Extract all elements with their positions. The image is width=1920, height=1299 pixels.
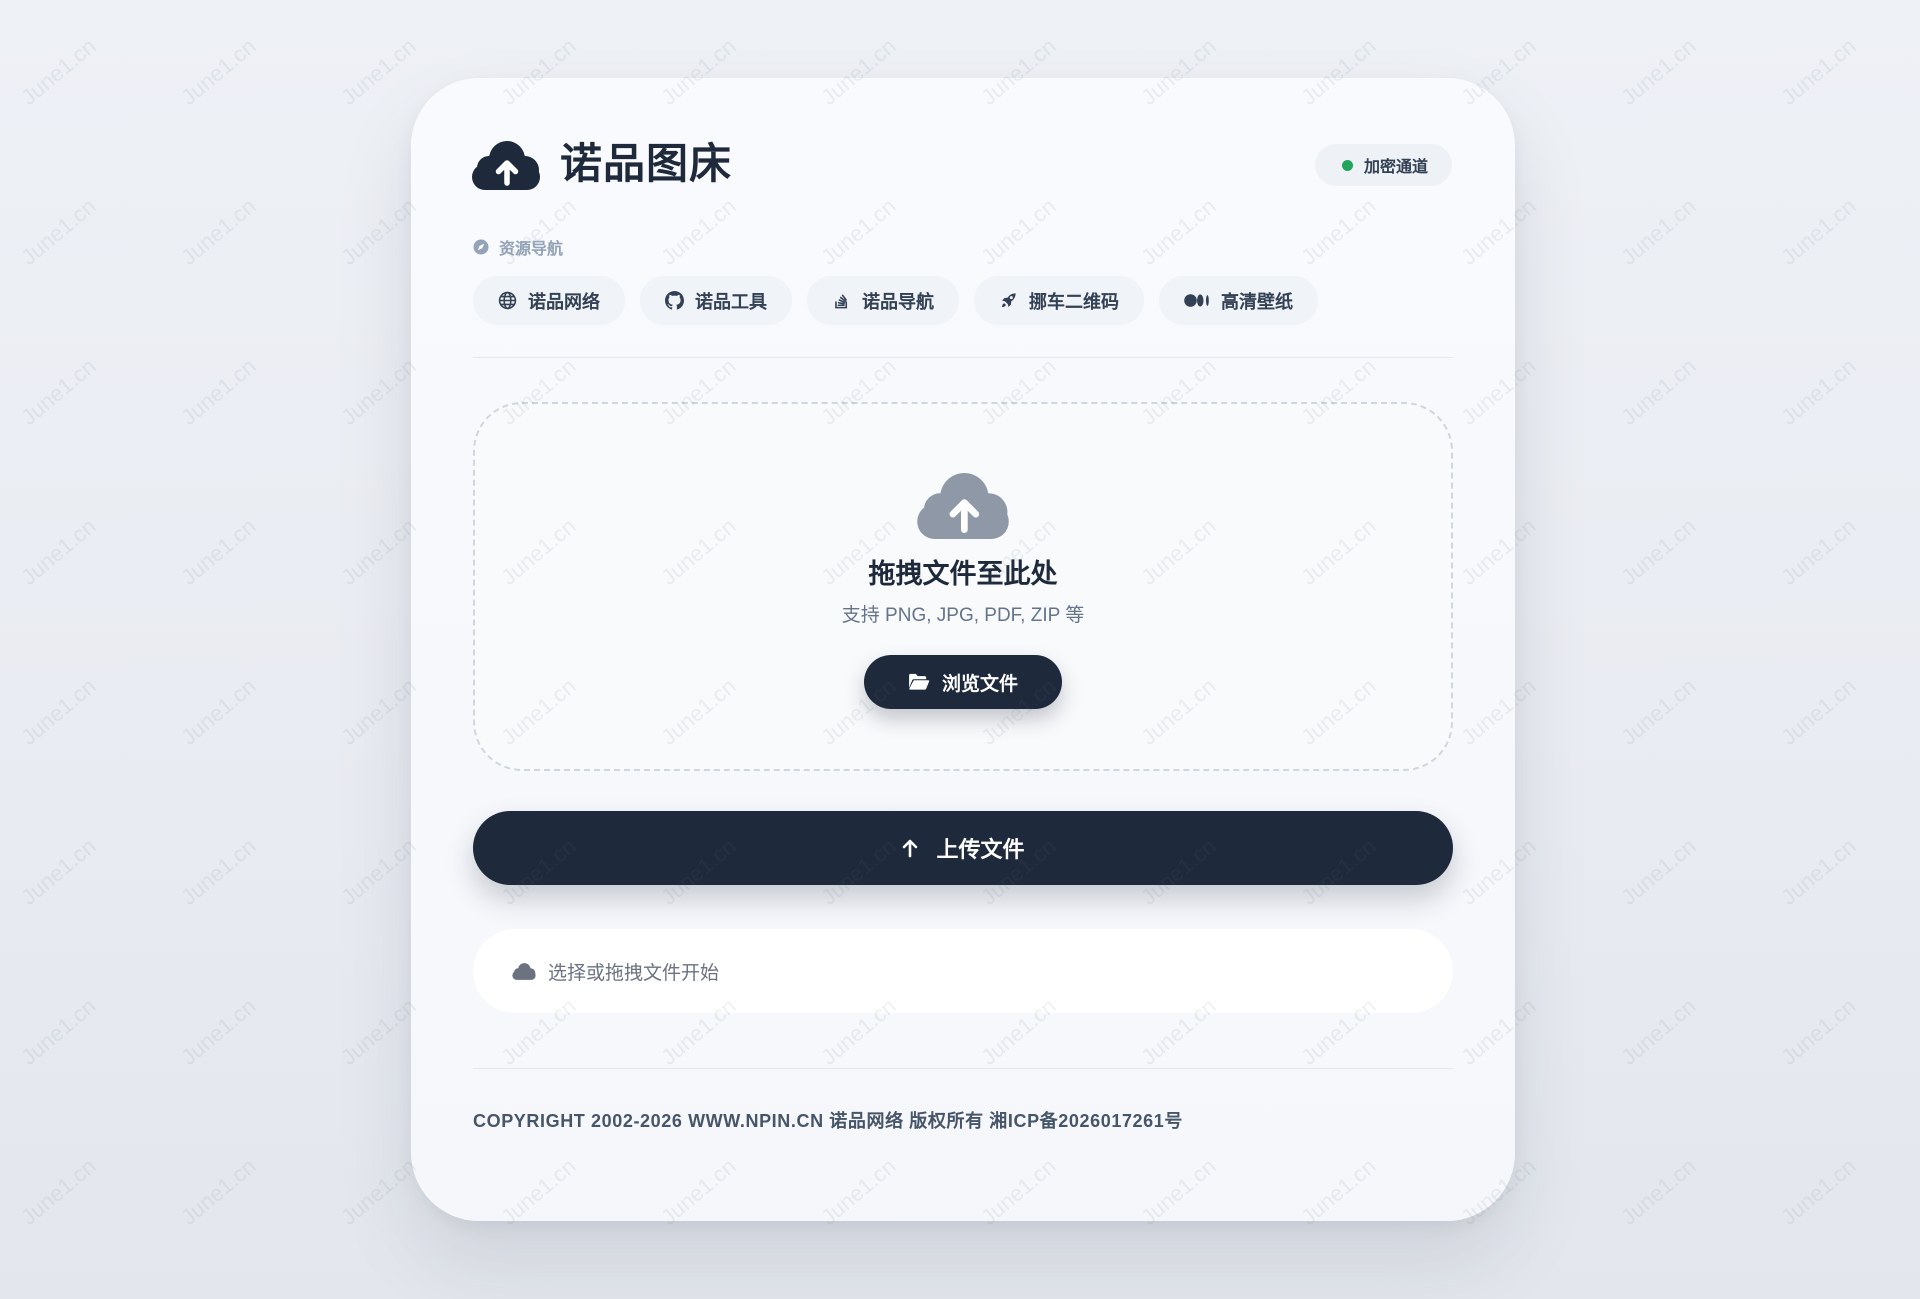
watermark-text: June1.cn xyxy=(16,513,101,590)
copyright-text: COPYRIGHT 2002-2026 WWW.NPIN.CN 诺品网络 版权所… xyxy=(473,1111,1183,1131)
rocket-icon xyxy=(1002,293,1016,308)
watermark-text: June1.cn xyxy=(1616,193,1701,270)
watermark-text: June1.cn xyxy=(176,673,261,750)
watermark-text: June1.cn xyxy=(16,193,101,270)
nav-item-hd-wallpaper[interactable]: 高清壁纸 xyxy=(1159,276,1318,325)
resource-nav: 诺品网络 诺品工具 诺品导航 挪车二维码 高清壁纸 xyxy=(473,276,1318,325)
watermark-text: June1.cn xyxy=(1616,833,1701,910)
cloud-upload-icon xyxy=(472,141,540,190)
watermark-text: June1.cn xyxy=(16,33,101,110)
page-title: 诺品图床 xyxy=(560,140,733,187)
watermark-text: June1.cn xyxy=(176,833,261,910)
watermark-text: June1.cn xyxy=(1776,33,1861,110)
watermark-text: June1.cn xyxy=(336,833,421,910)
watermark-text: June1.cn xyxy=(1616,673,1701,750)
watermark-text: June1.cn xyxy=(16,673,101,750)
arrow-up-icon xyxy=(903,839,918,858)
watermark-text: June1.cn xyxy=(176,33,261,110)
watermark-text: June1.cn xyxy=(176,353,261,430)
github-icon xyxy=(665,291,684,310)
nav-item-label: 诺品导航 xyxy=(862,291,934,312)
watermark-text: June1.cn xyxy=(176,513,261,590)
watermark-text: June1.cn xyxy=(16,993,101,1070)
watermark-text: June1.cn xyxy=(336,1153,421,1230)
dropzone-subtitle: 支持 PNG, JPG, PDF, ZIP 等 xyxy=(841,605,1085,626)
upload-card: 诺品图床 加密通道 资源导航 诺品网络 诺品工具 诺品导航 挪车二维码 高清壁纸… xyxy=(411,78,1515,1221)
watermark-text: June1.cn xyxy=(1776,513,1861,590)
browse-files-button[interactable]: 浏览文件 xyxy=(864,655,1062,709)
folder-open-icon xyxy=(909,673,930,690)
watermark-text: June1.cn xyxy=(336,33,421,110)
file-dropzone[interactable]: 拖拽文件至此处 支持 PNG, JPG, PDF, ZIP 等 浏览文件 xyxy=(473,402,1453,771)
brand: 诺品图床 xyxy=(471,138,732,190)
nav-item-npin-tools[interactable]: 诺品工具 xyxy=(640,276,792,325)
watermark-text: June1.cn xyxy=(16,1153,101,1230)
nav-item-parking-qrcode[interactable]: 挪车二维码 xyxy=(974,276,1144,325)
nav-item-label: 高清壁纸 xyxy=(1221,291,1293,312)
nav-item-npin-network[interactable]: 诺品网络 xyxy=(473,276,625,325)
nav-item-npin-navigation[interactable]: 诺品导航 xyxy=(807,276,959,325)
upload-button-label: 上传文件 xyxy=(936,837,1025,862)
browse-files-label: 浏览文件 xyxy=(941,673,1018,695)
upload-button[interactable]: 上传文件 xyxy=(473,811,1453,885)
watermark-text: June1.cn xyxy=(1776,193,1861,270)
nav-section-label: 资源导航 xyxy=(473,237,564,258)
nav-item-label: 诺品工具 xyxy=(695,291,767,312)
watermark-text: June1.cn xyxy=(1776,353,1861,430)
divider xyxy=(473,1068,1453,1069)
nav-item-label: 诺品网络 xyxy=(528,291,600,312)
divider xyxy=(473,357,1453,358)
watermark-text: June1.cn xyxy=(1616,513,1701,590)
watermark-text: June1.cn xyxy=(176,1153,261,1230)
compass-icon xyxy=(473,239,489,255)
watermark-text: June1.cn xyxy=(1776,1153,1861,1230)
dropzone-title: 拖拽文件至此处 xyxy=(868,559,1058,589)
watermark-text: June1.cn xyxy=(336,193,421,270)
stack-icon xyxy=(835,294,848,309)
watermark-text: June1.cn xyxy=(336,353,421,430)
nav-label-text: 资源导航 xyxy=(499,241,564,258)
watermark-text: June1.cn xyxy=(16,353,101,430)
watermark-text: June1.cn xyxy=(176,993,261,1070)
watermark-text: June1.cn xyxy=(16,833,101,910)
watermark-text: June1.cn xyxy=(1616,353,1701,430)
watermark-text: June1.cn xyxy=(336,673,421,750)
cloud-upload-icon xyxy=(917,473,1009,539)
watermark-text: June1.cn xyxy=(1776,993,1861,1070)
watermark-text: June1.cn xyxy=(176,193,261,270)
badge-label: 加密通道 xyxy=(1363,159,1428,176)
watermark-text: June1.cn xyxy=(336,513,421,590)
globe-icon xyxy=(498,291,517,310)
status-dot xyxy=(1341,159,1353,171)
watermark-text: June1.cn xyxy=(1616,33,1701,110)
encryption-badge: 加密通道 xyxy=(1314,144,1452,186)
medium-icon xyxy=(1184,294,1209,307)
cloud-icon xyxy=(512,963,536,980)
nav-item-label: 挪车二维码 xyxy=(1029,291,1119,312)
watermark-text: June1.cn xyxy=(1616,993,1701,1070)
watermark-text: June1.cn xyxy=(1616,1153,1701,1230)
status-text: 选择或拖拽文件开始 xyxy=(548,962,720,984)
watermark-text: June1.cn xyxy=(336,993,421,1070)
watermark-text: June1.cn xyxy=(1776,673,1861,750)
upload-status-bar: 选择或拖拽文件开始 xyxy=(473,929,1453,1013)
watermark-text: June1.cn xyxy=(1776,833,1861,910)
